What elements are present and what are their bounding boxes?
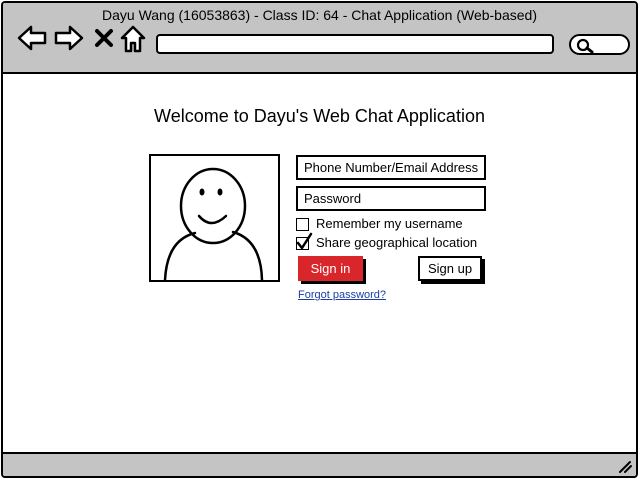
- browser-window: Dayu Wang (16053863) - Class ID: 64 - Ch…: [1, 1, 638, 478]
- remember-username-option[interactable]: Remember my username: [296, 216, 463, 232]
- avatar: [149, 154, 280, 282]
- home-icon[interactable]: [120, 25, 146, 53]
- back-arrow-icon[interactable]: [17, 25, 47, 51]
- avatar-placeholder-icon: [163, 167, 264, 280]
- browser-titlebar: Dayu Wang (16053863) - Class ID: 64 - Ch…: [3, 3, 636, 74]
- forward-arrow-icon[interactable]: [54, 25, 84, 51]
- url-input[interactable]: [156, 34, 554, 54]
- forgot-password-link[interactable]: Forgot password?: [298, 288, 386, 302]
- status-bar: [3, 452, 636, 476]
- window-title: Dayu Wang (16053863) - Class ID: 64 - Ch…: [102, 7, 537, 23]
- search-icon: [576, 38, 594, 54]
- page-title: Welcome to Dayu's Web Chat Application: [154, 106, 485, 126]
- share-location-label: Share geographical location: [316, 235, 478, 250]
- share-location-checkbox[interactable]: [296, 232, 313, 250]
- remember-username-label: Remember my username: [316, 216, 463, 231]
- close-icon[interactable]: [94, 28, 114, 48]
- sign-up-button[interactable]: Sign up: [418, 256, 482, 281]
- phone-email-field[interactable]: [296, 155, 486, 180]
- password-field[interactable]: [296, 186, 486, 211]
- checkmark-icon: [296, 232, 313, 249]
- resize-grip-icon[interactable]: [616, 459, 632, 473]
- remember-username-checkbox[interactable]: [296, 217, 309, 231]
- share-location-option[interactable]: Share geographical location: [296, 232, 478, 251]
- sign-in-button[interactable]: Sign in: [298, 256, 363, 281]
- search-field[interactable]: [569, 34, 630, 55]
